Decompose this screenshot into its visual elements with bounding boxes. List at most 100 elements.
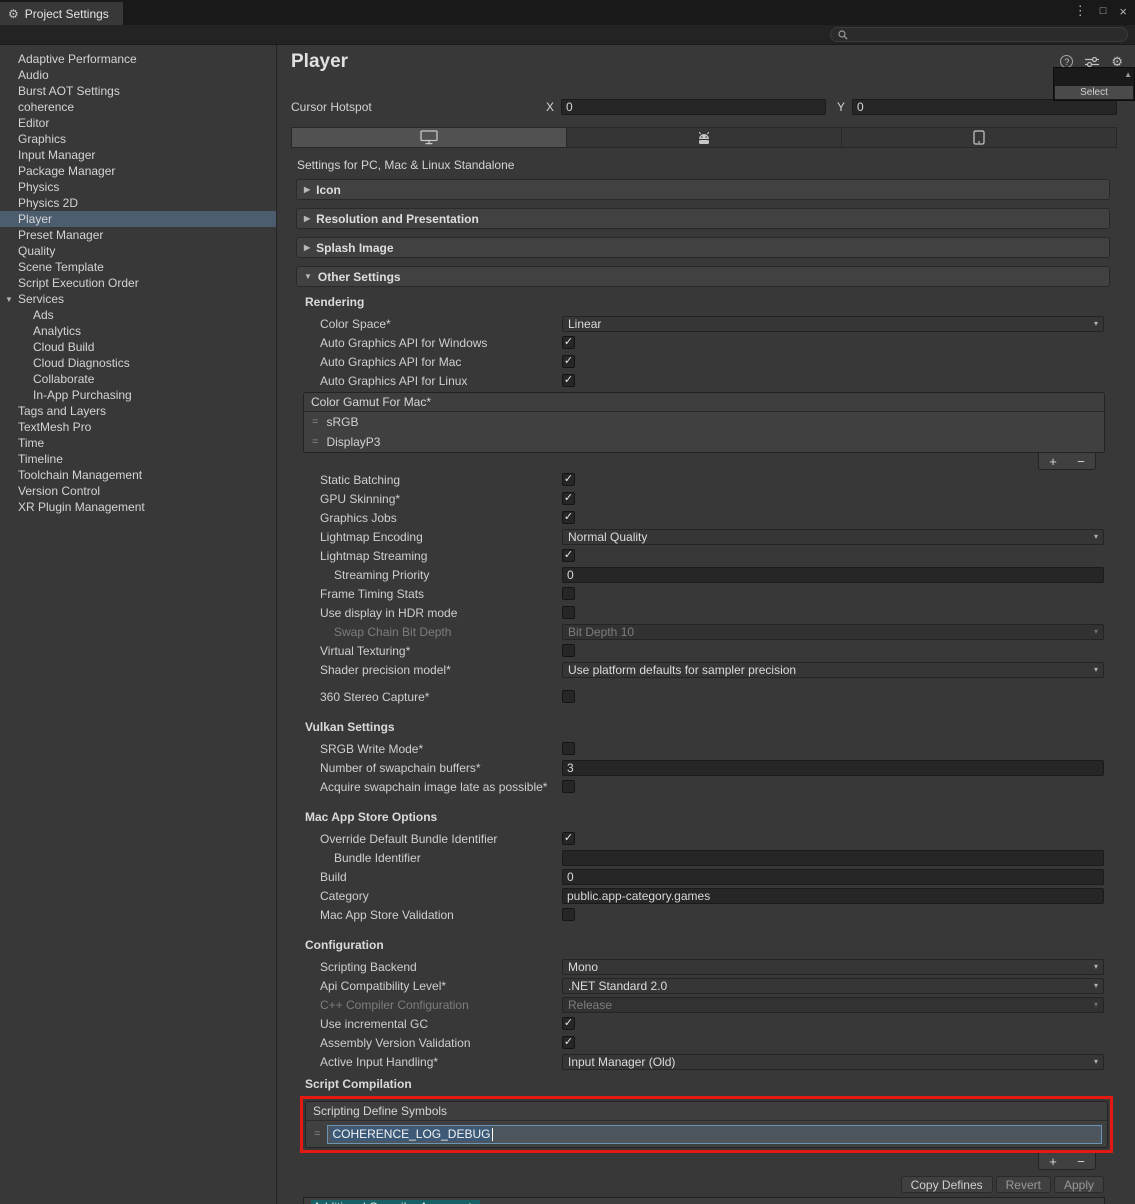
dropdown[interactable]: .NET Standard 2.0▾ bbox=[562, 978, 1104, 994]
checkbox[interactable]: ✓ bbox=[562, 473, 575, 486]
sidebar-item-tags-and-layers[interactable]: Tags and Layers bbox=[0, 403, 276, 419]
sidebar-item-quality[interactable]: Quality bbox=[0, 243, 276, 259]
row-label: Streaming Priority bbox=[320, 568, 562, 582]
settings-row-auto-graphics-api-for-windows: Auto Graphics API for Windows✓ bbox=[277, 333, 1135, 352]
sidebar-item-physics-2d[interactable]: Physics 2D bbox=[0, 195, 276, 211]
preset-icon[interactable] bbox=[1085, 56, 1099, 68]
drag-handle-icon[interactable]: = bbox=[312, 416, 318, 428]
text-field[interactable] bbox=[562, 850, 1104, 866]
sidebar-item-physics[interactable]: Physics bbox=[0, 179, 276, 195]
foldout-icon[interactable]: ▶Icon bbox=[296, 179, 1110, 200]
checkbox[interactable] bbox=[562, 606, 575, 619]
checkbox[interactable]: ✓ bbox=[562, 336, 575, 349]
foldout-open-triangle-icon[interactable]: ▼ bbox=[5, 295, 13, 304]
sidebar-item-cloud-diagnostics[interactable]: Cloud Diagnostics bbox=[0, 355, 276, 371]
dropdown[interactable]: Linear▾ bbox=[562, 316, 1104, 332]
platform-tab-monitor[interactable] bbox=[291, 127, 567, 148]
drag-handle-icon[interactable]: = bbox=[312, 436, 318, 448]
row-label: 360 Stereo Capture* bbox=[320, 690, 562, 704]
define-symbol-row[interactable]: = COHERENCE_LOG_DEBUG bbox=[306, 1121, 1107, 1147]
checkbox[interactable] bbox=[562, 908, 575, 921]
sidebar-item-preset-manager[interactable]: Preset Manager bbox=[0, 227, 276, 243]
apply-button[interactable]: Apply bbox=[1054, 1176, 1104, 1193]
text-field[interactable]: 3 bbox=[562, 760, 1104, 776]
maximize-icon[interactable]: □ bbox=[1100, 5, 1107, 17]
sidebar-item-label: Editor bbox=[18, 116, 49, 130]
sidebar-item-graphics[interactable]: Graphics bbox=[0, 131, 276, 147]
dropdown[interactable]: Input Manager (Old)▾ bbox=[562, 1054, 1104, 1070]
sidebar-item-player[interactable]: Player bbox=[0, 211, 276, 227]
sidebar-item-label: Audio bbox=[18, 68, 49, 82]
sidebar-item-editor[interactable]: Editor bbox=[0, 115, 276, 131]
text-field[interactable]: 0 bbox=[562, 869, 1104, 885]
sidebar-item-adaptive-performance[interactable]: Adaptive Performance bbox=[0, 51, 276, 67]
revert-button[interactable]: Revert bbox=[996, 1176, 1051, 1193]
close-icon[interactable]: × bbox=[1119, 4, 1127, 19]
dropdown[interactable]: Mono▾ bbox=[562, 959, 1104, 975]
row-label: Auto Graphics API for Mac bbox=[320, 355, 562, 369]
spacer bbox=[277, 796, 1135, 804]
sidebar-item-in-app-purchasing[interactable]: In-App Purchasing bbox=[0, 387, 276, 403]
copy-defines-button[interactable]: Copy Defines bbox=[901, 1176, 993, 1193]
sidebar-item-input-manager[interactable]: Input Manager bbox=[0, 147, 276, 163]
settings-row-lightmap-streaming: Lightmap Streaming✓ bbox=[277, 546, 1135, 565]
sidebar-item-version-control[interactable]: Version Control bbox=[0, 483, 276, 499]
remove-icon[interactable]: − bbox=[1067, 453, 1095, 469]
hotspot-x-field[interactable]: 0 bbox=[561, 99, 826, 115]
sidebar-item-coherence[interactable]: coherence bbox=[0, 99, 276, 115]
sidebar-item-burst-aot-settings[interactable]: Burst AOT Settings bbox=[0, 83, 276, 99]
sidebar-item-collaborate[interactable]: Collaborate bbox=[0, 371, 276, 387]
sidebar-item-script-execution-order[interactable]: Script Execution Order bbox=[0, 275, 276, 291]
checkbox[interactable]: ✓ bbox=[562, 1036, 575, 1049]
remove-icon[interactable]: − bbox=[1067, 1153, 1095, 1169]
dropdown[interactable]: Normal Quality▾ bbox=[562, 529, 1104, 545]
platform-tab-android[interactable] bbox=[566, 127, 842, 148]
sidebar-item-ads[interactable]: Ads bbox=[0, 307, 276, 323]
kebab-menu-icon[interactable]: ⋮ bbox=[1074, 3, 1087, 19]
foldout-resolution-and-presentation[interactable]: ▶Resolution and Presentation bbox=[296, 208, 1110, 229]
scrollbar-up-arrow-icon[interactable]: ▲ bbox=[1124, 70, 1132, 79]
sidebar-item-cloud-build[interactable]: Cloud Build bbox=[0, 339, 276, 355]
sidebar-item-textmesh-pro[interactable]: TextMesh Pro bbox=[0, 419, 276, 435]
checkbox[interactable]: ✓ bbox=[562, 1017, 575, 1030]
checkbox[interactable] bbox=[562, 742, 575, 755]
checkbox[interactable]: ✓ bbox=[562, 832, 575, 845]
sidebar-item-audio[interactable]: Audio bbox=[0, 67, 276, 83]
text-field[interactable]: public.app-category.games bbox=[562, 888, 1104, 904]
sidebar-item-analytics[interactable]: Analytics bbox=[0, 323, 276, 339]
list-item[interactable]: =sRGB bbox=[304, 412, 1104, 432]
sidebar-item-time[interactable]: Time bbox=[0, 435, 276, 451]
define-symbol-input[interactable]: COHERENCE_LOG_DEBUG bbox=[327, 1125, 1102, 1144]
dropdown[interactable]: Use platform defaults for sampler precis… bbox=[562, 662, 1104, 678]
checkbox[interactable]: ✓ bbox=[562, 549, 575, 562]
checkbox[interactable] bbox=[562, 587, 575, 600]
text-field[interactable]: 0 bbox=[562, 567, 1104, 583]
sidebar-item-timeline[interactable]: Timeline bbox=[0, 451, 276, 467]
checkbox[interactable]: ✓ bbox=[562, 511, 575, 524]
foldout-other-settings[interactable]: ▼ Other Settings bbox=[296, 266, 1110, 287]
search-input[interactable] bbox=[830, 27, 1128, 42]
select-button[interactable]: Select bbox=[1055, 86, 1133, 99]
checkbox[interactable]: ✓ bbox=[562, 492, 575, 505]
add-icon[interactable]: + bbox=[1039, 1153, 1067, 1169]
drag-handle-icon[interactable]: = bbox=[314, 1128, 320, 1140]
checkbox[interactable]: ✓ bbox=[562, 355, 575, 368]
checkbox[interactable] bbox=[562, 780, 575, 793]
foldout-splash-image[interactable]: ▶Splash Image bbox=[296, 237, 1110, 258]
list-item[interactable]: =DisplayP3 bbox=[304, 432, 1104, 452]
cursor-texture-field[interactable]: Select bbox=[1053, 67, 1135, 101]
sidebar-item-xr-plugin-management[interactable]: XR Plugin Management bbox=[0, 499, 276, 515]
platform-tab-tablet[interactable] bbox=[841, 127, 1117, 148]
checkbox[interactable] bbox=[562, 644, 575, 657]
checkbox[interactable] bbox=[562, 690, 575, 703]
hotspot-y-field[interactable]: 0 bbox=[852, 99, 1117, 115]
add-icon[interactable]: + bbox=[1039, 453, 1067, 469]
sidebar-item-services[interactable]: ▼Services bbox=[0, 291, 276, 307]
sidebar-item-package-manager[interactable]: Package Manager bbox=[0, 163, 276, 179]
checkbox[interactable]: ✓ bbox=[562, 374, 575, 387]
project-settings-tab[interactable]: ⚙ Project Settings bbox=[0, 2, 123, 25]
sidebar-item-label: Graphics bbox=[18, 132, 66, 146]
sidebar-item-scene-template[interactable]: Scene Template bbox=[0, 259, 276, 275]
toolbar bbox=[0, 25, 1135, 45]
sidebar-item-toolchain-management[interactable]: Toolchain Management bbox=[0, 467, 276, 483]
